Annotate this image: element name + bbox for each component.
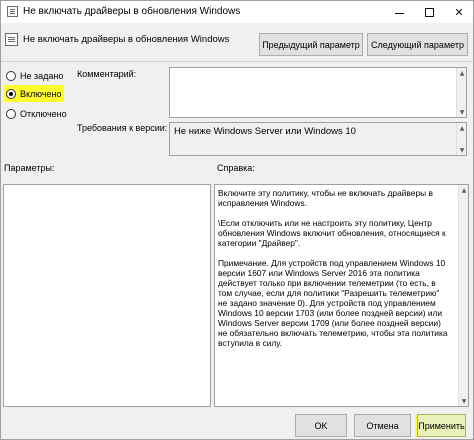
apply-button[interactable]: Применить [417,414,466,437]
help-label: Справка: [217,163,255,173]
next-setting-button[interactable]: Следующий параметр [367,33,468,56]
help-text: Включите эту политику, чтобы не включать… [218,188,450,358]
previous-setting-button[interactable]: Предыдущий параметр [259,33,363,56]
scroll-down-icon[interactable]: ▼ [457,145,467,155]
scroll-up-icon[interactable]: ▲ [459,185,469,195]
window-title: Не включать драйверы в обновления Window… [23,6,241,17]
comment-scrollbar[interactable]: ▲ ▼ [456,68,466,117]
title-bar: Не включать драйверы в обновления Window… [1,1,473,23]
radio-label: Отключено [20,108,67,119]
help-panel: Включите эту политику, чтобы не включать… [214,184,469,407]
policy-dialog: Не включать драйверы в обновления Window… [0,0,474,440]
radio-not-configured[interactable]: Не задано [6,69,63,82]
parameters-label: Параметры: [4,163,55,173]
parameters-panel [3,184,211,407]
radio-circle[interactable] [6,70,16,81]
help-scrollbar[interactable]: ▲ ▼ [458,185,468,406]
radio-label: Не задано [20,70,64,81]
radio-label: Включено [20,88,62,99]
minimize-button[interactable] [384,1,414,23]
requirements-value: Не ниже Windows Server или Windows 10 [174,126,356,137]
scroll-up-icon[interactable]: ▲ [457,68,467,78]
policy-icon [7,6,18,17]
radio-enabled[interactable]: Включено [6,87,62,100]
radio-circle-checked[interactable] [6,88,16,99]
close-icon: ✕ [454,5,464,19]
close-button[interactable]: ✕ [444,1,474,23]
help-paragraph: Примечание. Для устройств под управление… [218,258,448,348]
requirements-scrollbar[interactable]: ▲ ▼ [456,123,466,155]
maximize-button[interactable] [414,1,444,23]
scroll-up-icon[interactable]: ▲ [457,123,467,133]
cancel-button[interactable]: Отмена [354,414,411,437]
radio-circle[interactable] [6,108,16,119]
scroll-down-icon[interactable]: ▼ [459,396,469,406]
ok-button[interactable]: OK [295,414,347,437]
comment-label: Комментарий: [77,69,137,79]
minimize-icon [394,12,404,14]
scroll-down-icon[interactable]: ▼ [457,107,467,117]
help-paragraph: Включите эту политику, чтобы не включать… [218,188,433,208]
requirements-label: Требования к версии: [77,123,168,133]
header-divider [1,61,473,62]
comment-textarea[interactable]: ▲ ▼ [169,67,467,118]
maximize-icon [424,7,434,17]
policy-setting-icon [5,33,18,46]
requirements-field: Не ниже Windows Server или Windows 10 ▲ … [169,122,467,156]
policy-name: Не включать драйверы в обновления Window… [23,34,230,45]
help-paragraph: \Если отключить или не настроить эту пол… [218,218,446,248]
radio-disabled[interactable]: Отключено [6,107,67,120]
